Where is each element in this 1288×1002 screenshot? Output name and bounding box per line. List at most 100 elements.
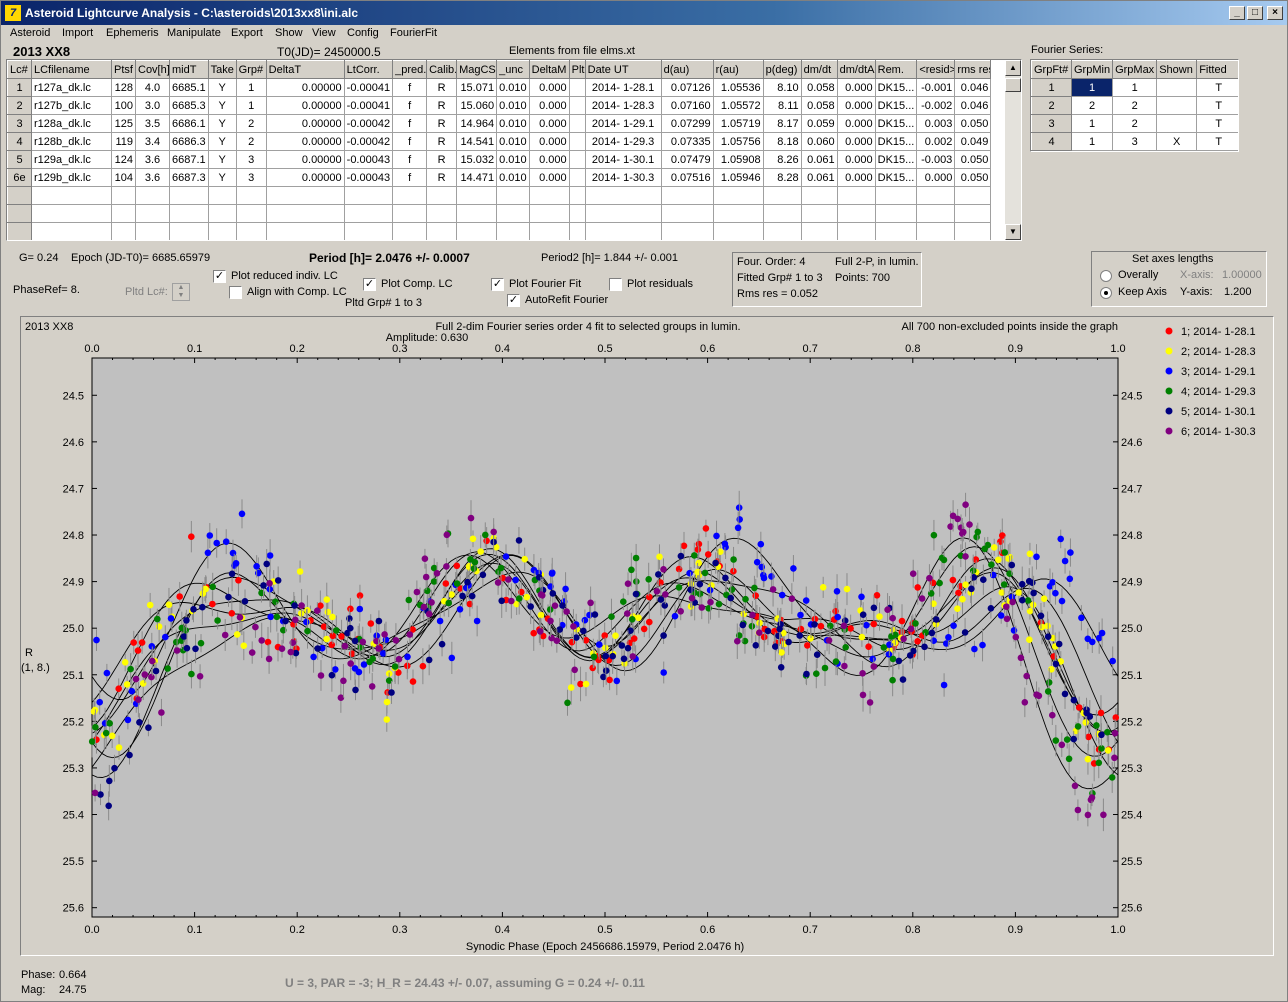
empty-cell[interactable] bbox=[568, 204, 586, 223]
data-point[interactable] bbox=[121, 659, 129, 666]
data-point[interactable] bbox=[797, 611, 804, 619]
table-row[interactable]: 6e r129b_dk.lc 104 3.6 6687.3 Y 3 0.00000 -0.000… bbox=[7, 168, 992, 187]
data-point[interactable] bbox=[646, 618, 653, 626]
data-point[interactable] bbox=[91, 789, 99, 797]
data-point[interactable] bbox=[609, 652, 616, 660]
data-point[interactable] bbox=[233, 631, 241, 638]
data-point[interactable] bbox=[1083, 709, 1090, 717]
data-point[interactable] bbox=[442, 580, 450, 587]
table-cell[interactable]: 0.000 bbox=[528, 114, 570, 133]
table-cell[interactable]: 3 bbox=[7, 114, 32, 133]
lc-col-header[interactable]: Cov[h] bbox=[135, 60, 170, 79]
data-point[interactable] bbox=[367, 620, 375, 627]
data-point[interactable] bbox=[834, 613, 841, 621]
table-cell[interactable]: 6685.1 bbox=[169, 78, 209, 97]
data-point[interactable] bbox=[102, 729, 110, 737]
data-point[interactable] bbox=[721, 540, 729, 548]
table-cell[interactable]: 2014- 1-29.3 bbox=[584, 132, 662, 151]
table-cell[interactable]: 1.05536 bbox=[712, 78, 764, 97]
lc-col-header[interactable]: dm/dtA bbox=[836, 60, 876, 79]
data-point[interactable] bbox=[391, 663, 399, 670]
table-cell[interactable]: Y bbox=[207, 96, 237, 115]
data-point[interactable] bbox=[825, 637, 833, 644]
data-point[interactable] bbox=[1044, 633, 1052, 640]
data-point[interactable] bbox=[698, 604, 706, 611]
data-point[interactable] bbox=[870, 663, 878, 670]
data-point[interactable] bbox=[128, 687, 136, 695]
data-point[interactable] bbox=[940, 556, 948, 564]
table-cell[interactable]: 6e bbox=[7, 168, 32, 187]
data-point[interactable] bbox=[165, 601, 173, 608]
lc-col-header[interactable]: Plt bbox=[568, 60, 586, 79]
menu-ephemeris[interactable]: Ephemeris bbox=[106, 27, 159, 39]
data-point[interactable] bbox=[430, 578, 438, 585]
data-point[interactable] bbox=[298, 602, 305, 609]
data-point[interactable] bbox=[756, 629, 763, 636]
table-cell[interactable]: f bbox=[392, 96, 428, 115]
data-point[interactable] bbox=[790, 565, 797, 572]
data-point[interactable] bbox=[1061, 557, 1069, 565]
lc-col-header[interactable]: Lc# bbox=[7, 60, 32, 79]
data-point[interactable] bbox=[130, 639, 137, 646]
table-cell[interactable]: 0.010 bbox=[496, 132, 530, 151]
empty-cell[interactable] bbox=[392, 222, 428, 240]
data-point[interactable] bbox=[730, 556, 737, 563]
data-point[interactable] bbox=[686, 569, 693, 577]
data-point[interactable] bbox=[459, 592, 466, 600]
table-cell[interactable]: 125 bbox=[111, 114, 136, 133]
data-point[interactable] bbox=[660, 669, 667, 676]
data-point[interactable] bbox=[126, 751, 133, 759]
data-point[interactable] bbox=[347, 605, 354, 613]
data-point[interactable] bbox=[859, 670, 866, 677]
data-point[interactable] bbox=[93, 636, 100, 644]
empty-cell[interactable] bbox=[762, 186, 802, 205]
table-cell[interactable]: 0.00000 bbox=[265, 132, 345, 151]
data-point[interactable] bbox=[482, 531, 489, 539]
data-point[interactable] bbox=[1070, 735, 1077, 743]
data-point[interactable] bbox=[827, 622, 834, 630]
table-cell[interactable]: 5 bbox=[7, 150, 32, 169]
data-point[interactable] bbox=[547, 617, 554, 625]
data-point[interactable] bbox=[914, 584, 921, 591]
fourier-cell[interactable]: 2 bbox=[1112, 114, 1158, 133]
table-cell[interactable] bbox=[568, 96, 586, 115]
empty-cell[interactable] bbox=[836, 186, 876, 205]
data-point[interactable] bbox=[1084, 755, 1092, 763]
empty-cell[interactable] bbox=[169, 204, 209, 223]
data-point[interactable] bbox=[1104, 728, 1111, 736]
data-point[interactable] bbox=[660, 632, 667, 639]
table-cell[interactable]: r128a_dk.lc bbox=[31, 114, 112, 133]
data-point[interactable] bbox=[266, 580, 273, 587]
data-point[interactable] bbox=[928, 629, 936, 637]
data-point[interactable] bbox=[173, 647, 181, 654]
lc-col-header[interactable]: MagCS bbox=[456, 60, 498, 79]
data-point[interactable] bbox=[858, 633, 866, 641]
data-point[interactable] bbox=[375, 645, 382, 652]
data-point[interactable] bbox=[981, 545, 988, 553]
empty-cell[interactable] bbox=[135, 186, 170, 205]
table-cell[interactable]: 0.010 bbox=[496, 96, 530, 115]
table-cell[interactable]: 1 bbox=[7, 78, 32, 97]
data-point[interactable] bbox=[154, 615, 161, 623]
lc-col-header[interactable]: <resid> bbox=[916, 60, 956, 79]
table-cell[interactable]: 0.010 bbox=[496, 168, 530, 187]
data-point[interactable] bbox=[870, 620, 878, 628]
data-point[interactable] bbox=[188, 533, 195, 540]
data-point[interactable] bbox=[955, 589, 962, 597]
data-point[interactable] bbox=[842, 644, 849, 651]
data-point[interactable] bbox=[222, 538, 230, 545]
menu-manipulate[interactable]: Manipulate bbox=[167, 27, 221, 39]
data-point[interactable] bbox=[803, 670, 810, 678]
data-point[interactable] bbox=[324, 608, 332, 616]
table-cell[interactable]: 0.061 bbox=[800, 150, 838, 169]
table-cell[interactable]: 0.07160 bbox=[660, 96, 714, 115]
table-cell[interactable]: DK15... bbox=[874, 168, 918, 187]
data-point[interactable] bbox=[990, 544, 998, 551]
data-point[interactable] bbox=[949, 512, 957, 520]
menu-show[interactable]: Show bbox=[275, 27, 303, 39]
data-point[interactable] bbox=[323, 635, 330, 643]
table-cell[interactable]: 4 bbox=[7, 132, 32, 151]
table-cell[interactable]: 3.6 bbox=[135, 150, 170, 169]
data-point[interactable] bbox=[760, 633, 768, 641]
scroll-down-button[interactable]: ▼ bbox=[1005, 224, 1021, 240]
